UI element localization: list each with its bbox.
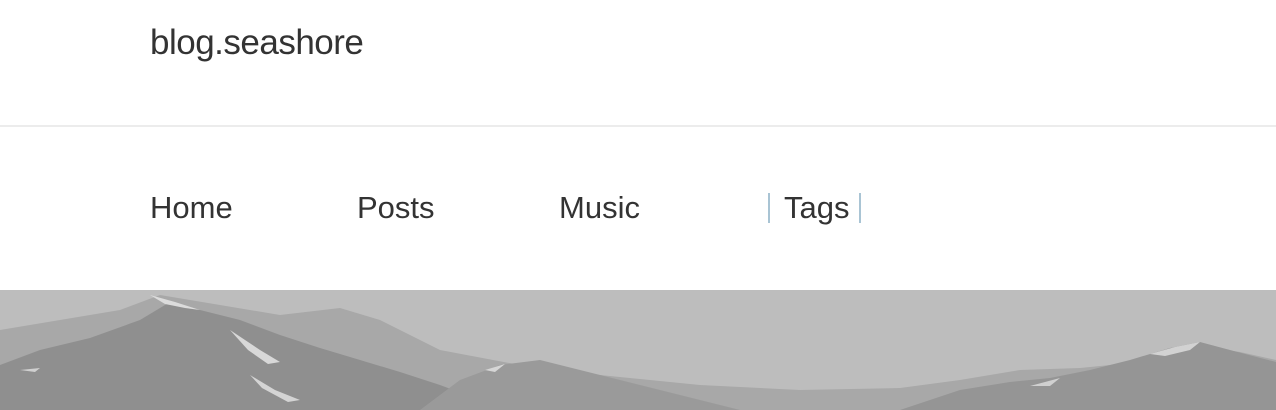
main-nav: Home Posts Music Tags [0, 127, 1276, 290]
nav-item-posts[interactable]: Posts [357, 188, 435, 228]
nav-item-tags-label: Tags [784, 190, 850, 225]
active-indicator-right [859, 193, 862, 223]
site-title-link[interactable]: blog.seashore [150, 22, 364, 64]
nav-item-home[interactable]: Home [150, 188, 233, 228]
nav-item-music[interactable]: Music [559, 188, 640, 228]
nav-item-tags[interactable]: Tags [768, 190, 862, 225]
hero-image [0, 290, 1276, 410]
site-header: blog.seashore [0, 0, 1276, 127]
mountain-landscape-image [0, 290, 1276, 410]
